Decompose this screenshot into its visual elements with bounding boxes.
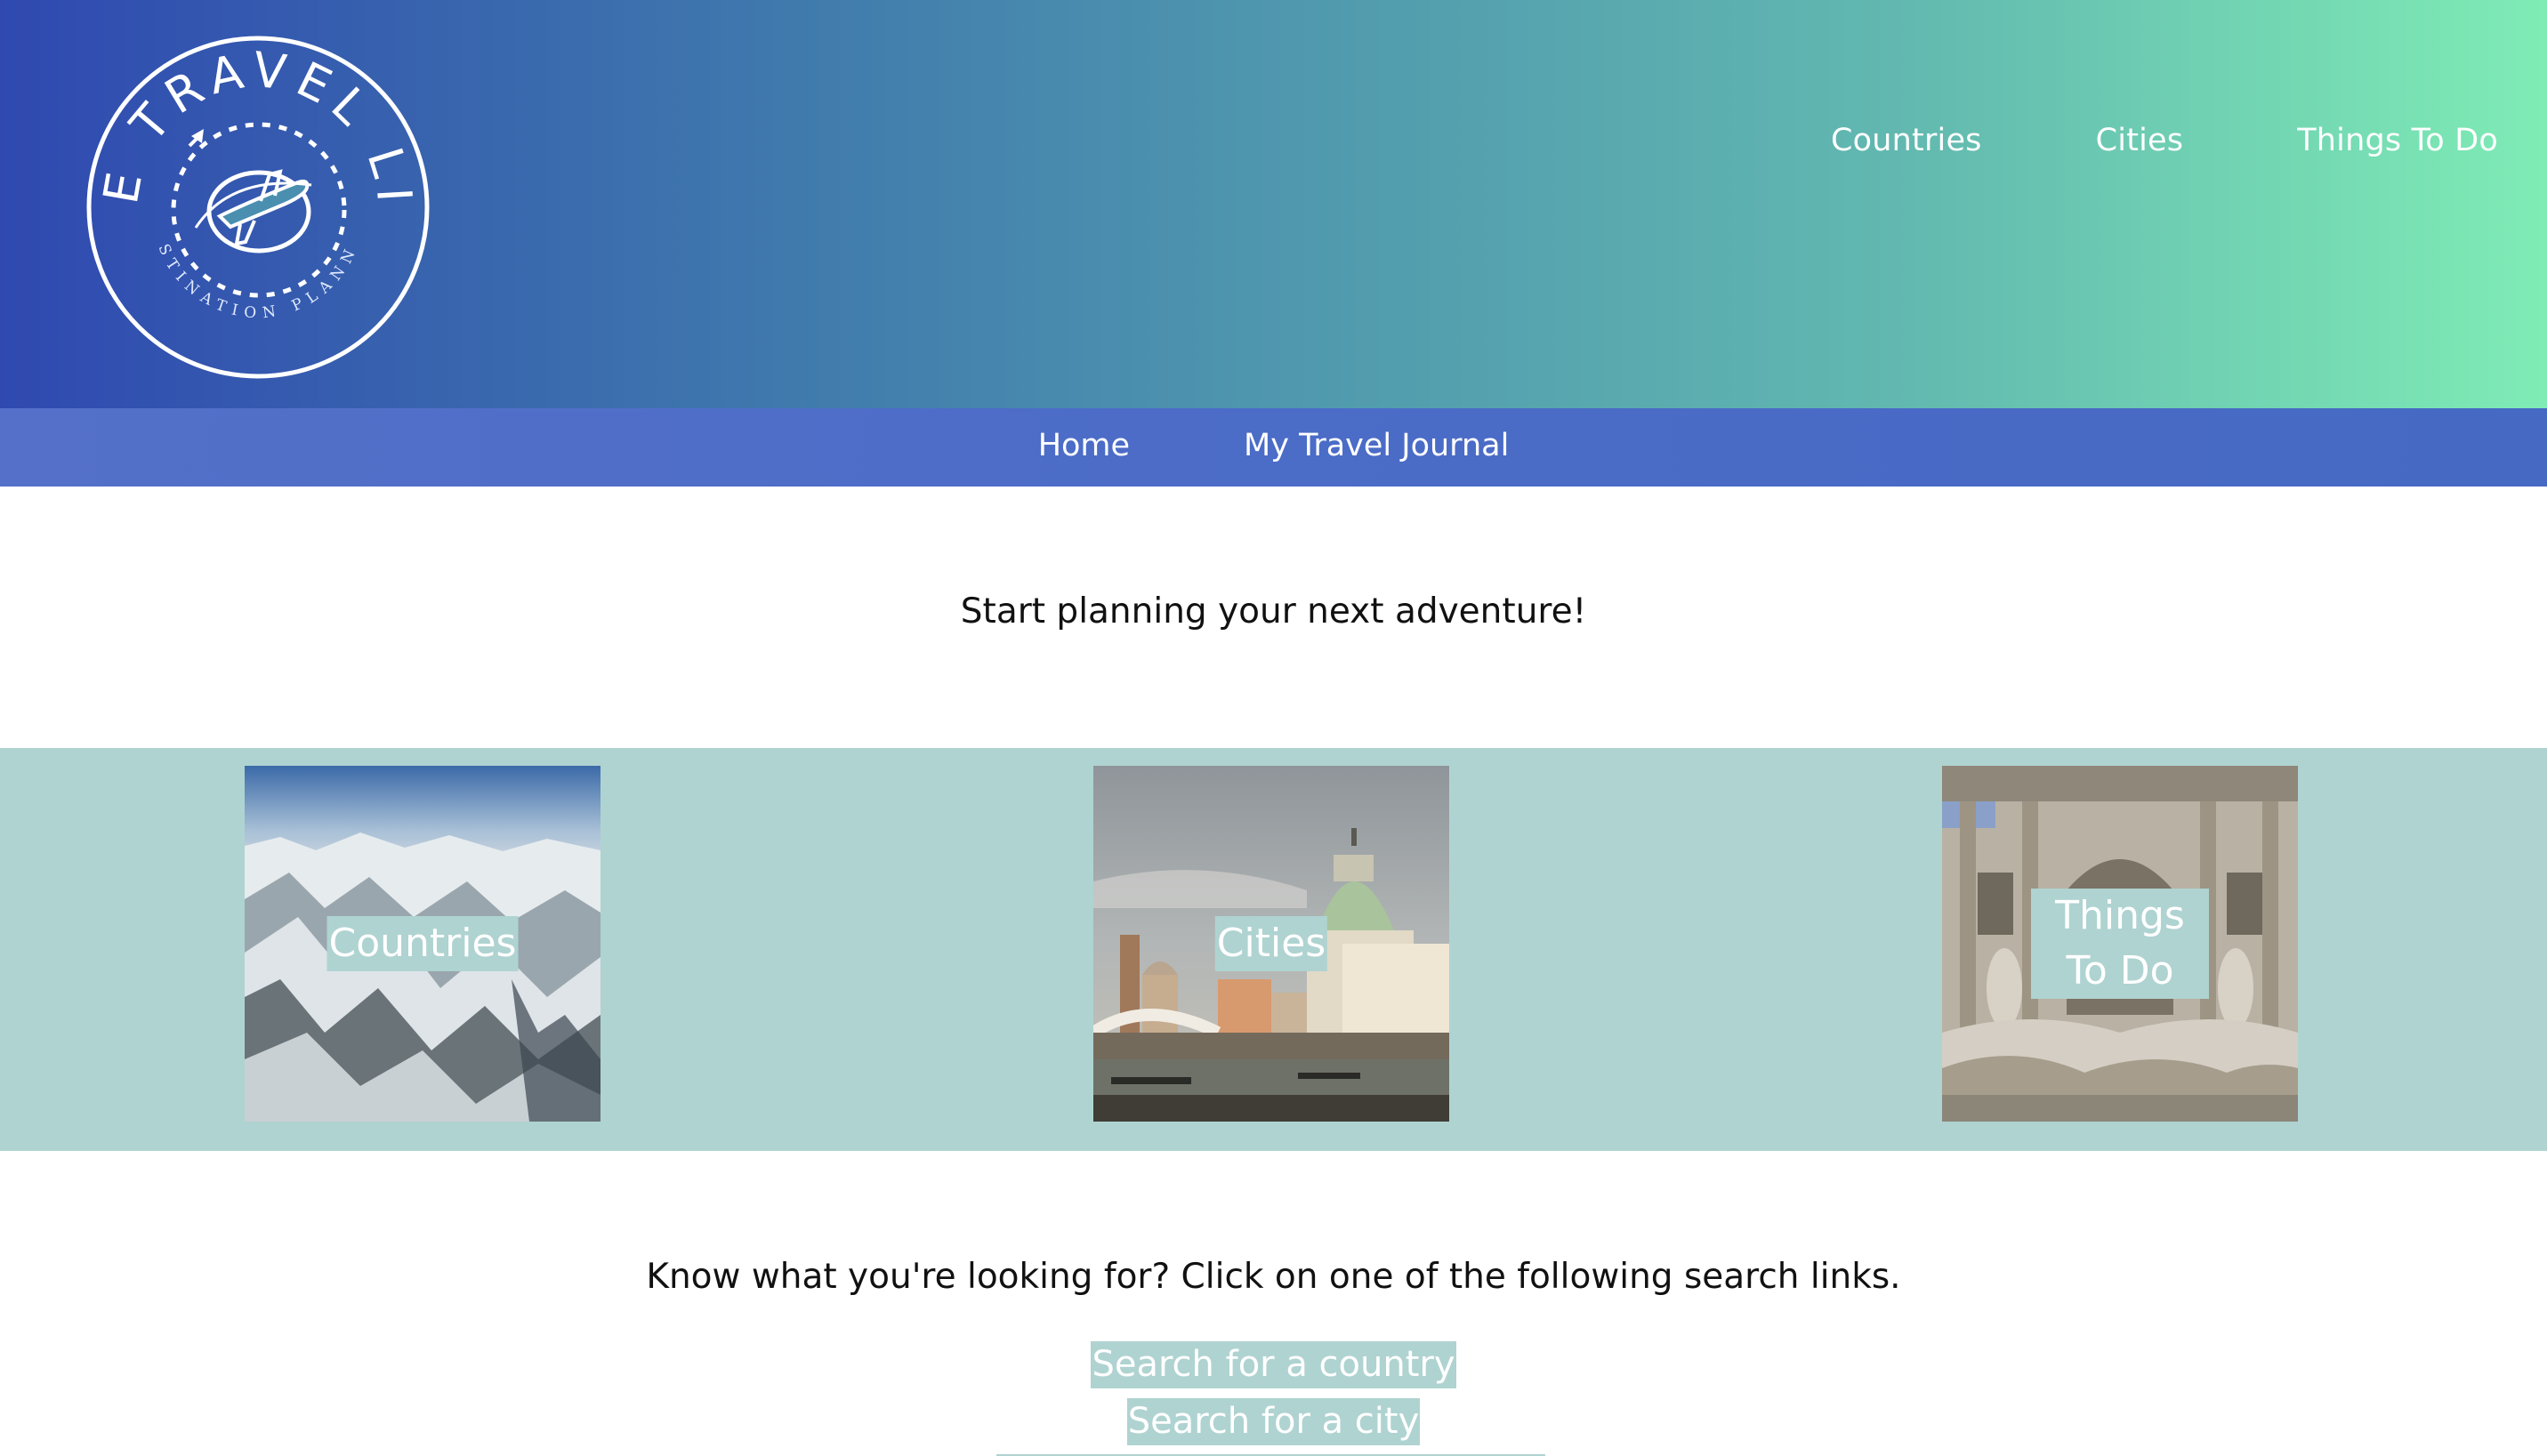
feature-tiles-section: Countries Cities Things To Do: [0, 748, 2547, 1151]
logo-badge-icon: THE TRAVEL LIST DESTINATION PLANNER: [62, 0, 430, 379]
site-header: THE TRAVEL LIST DESTINATION PLANNER Coun…: [0, 0, 2547, 408]
secondary-nav: Home My Travel Journal: [0, 408, 2547, 487]
tile-things-to-do[interactable]: Things To Do: [1942, 766, 2298, 1122]
nav-link-countries[interactable]: Countries: [1831, 123, 1982, 158]
nav-link-home[interactable]: Home: [1038, 428, 1130, 463]
intro-heading: Start planning your next adventure!: [960, 591, 1587, 631]
primary-nav: Countries Cities Things To Do: [1831, 123, 2498, 158]
tile-label-cities: Cities: [1214, 916, 1328, 971]
search-prompt-text: Know what you're looking for? Click on o…: [646, 1257, 1901, 1297]
nav-link-cities[interactable]: Cities: [2096, 123, 2184, 158]
search-city-link[interactable]: Search for a city: [1126, 1398, 1421, 1445]
tile-countries[interactable]: Countries: [245, 766, 600, 1122]
tile-cities[interactable]: Cities: [1093, 766, 1449, 1122]
tile-label-things-to-do: Things To Do: [2031, 889, 2209, 999]
search-country-link[interactable]: Search for a country: [1091, 1341, 1456, 1388]
nav-link-travel-journal[interactable]: My Travel Journal: [1244, 428, 1509, 463]
travel-list-logo[interactable]: THE TRAVEL LIST DESTINATION PLANNER: [62, 0, 431, 381]
nav-link-things-to-do[interactable]: Things To Do: [2297, 123, 2498, 158]
tile-label-countries: Countries: [326, 916, 519, 971]
search-links: Search for a country Search for a city: [0, 1341, 2547, 1455]
